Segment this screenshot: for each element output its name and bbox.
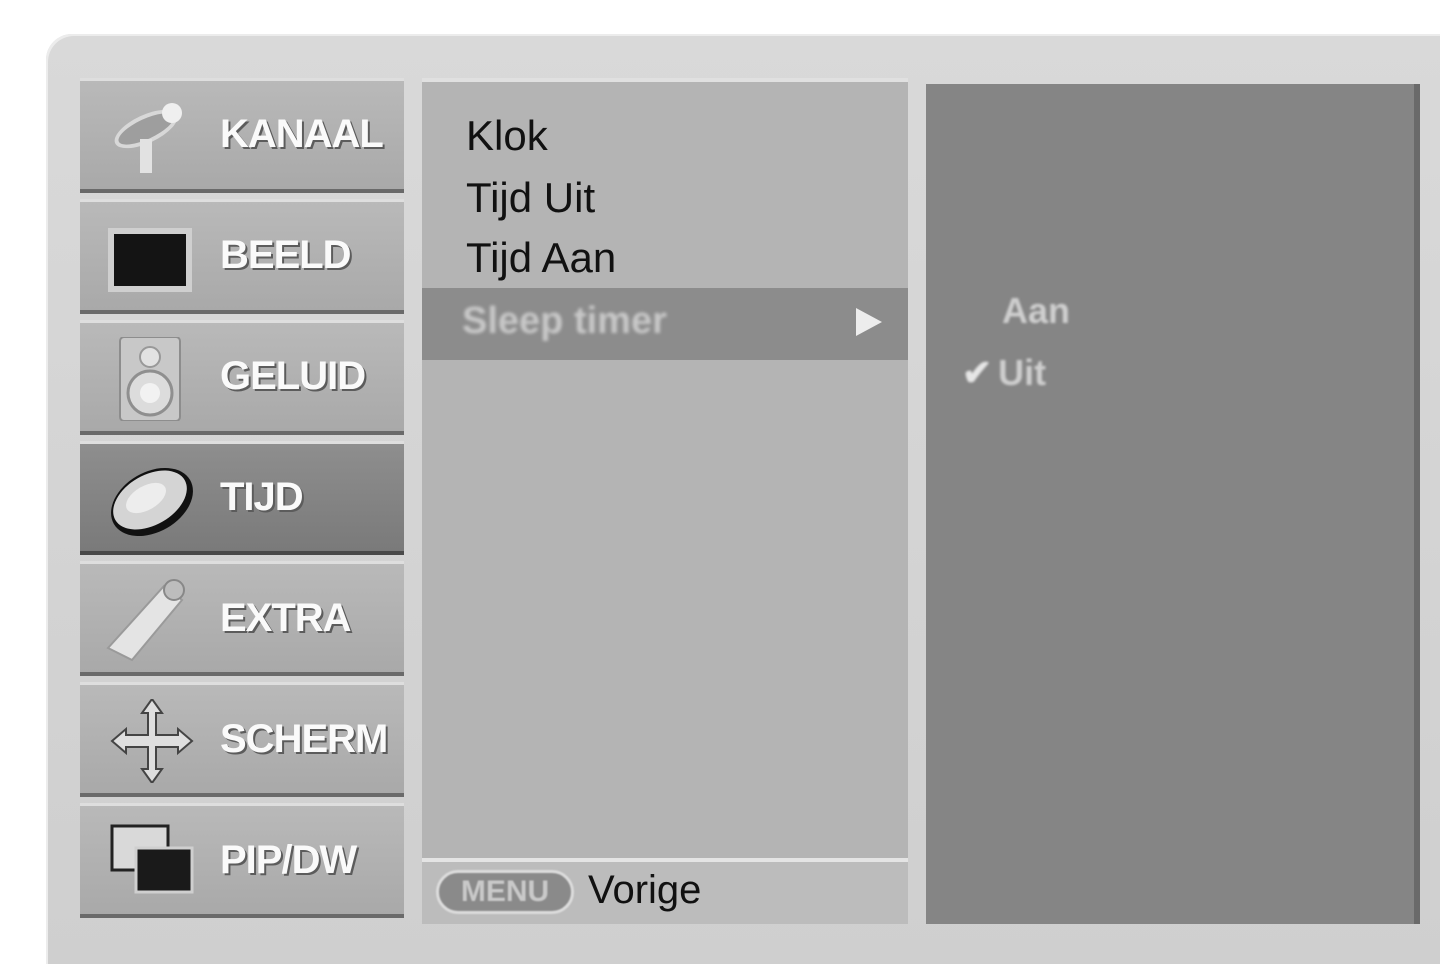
sidebar-item-label: EXTRA xyxy=(220,595,352,640)
menu-item-sleep-timer[interactable]: Sleep timer xyxy=(422,288,908,360)
menu-item-tijd-aan[interactable]: Tijd Aan xyxy=(466,234,616,282)
menu-item-tijd-uit[interactable]: Tijd Uit xyxy=(466,174,595,222)
menu-button[interactable]: MENU xyxy=(436,870,574,914)
main-menu-sidebar: KANAAL BEELD GELUID TIJD EXTRA SCHERM PI… xyxy=(80,78,404,924)
sidebar-item-label: GELUID xyxy=(220,354,366,399)
option-uit[interactable]: ✔ Uit xyxy=(962,352,1046,394)
menu-item-label: Sleep timer xyxy=(462,300,667,342)
sidebar-item-extra[interactable]: EXTRA xyxy=(80,561,404,677)
clock-icon xyxy=(111,467,193,536)
tijd-submenu: Klok Tijd Uit Tijd Aan Sleep timer MENU … xyxy=(422,78,908,924)
screen-icon xyxy=(108,227,192,292)
back-label: Vorige xyxy=(588,868,702,912)
sidebar-item-label: PIP/DW xyxy=(220,837,357,882)
satellite-dish-icon xyxy=(114,103,182,173)
options-panel: Aan ✔ Uit xyxy=(926,84,1420,924)
sidebar-item-label: SCHERM xyxy=(220,716,388,761)
sidebar-item-geluid[interactable]: GELUID xyxy=(80,319,404,435)
sidebar-item-tijd[interactable]: TIJD xyxy=(80,440,404,556)
remote-control-icon xyxy=(106,579,185,662)
sidebar-item-pipdw[interactable]: PIP/DW xyxy=(80,803,404,919)
option-aan[interactable]: Aan xyxy=(1002,290,1070,332)
sidebar-item-label: KANAAL xyxy=(220,112,384,157)
speaker-icon xyxy=(119,336,181,421)
arrow-right-icon xyxy=(856,308,882,336)
option-label: Uit xyxy=(998,352,1047,393)
move-arrows-icon xyxy=(110,699,194,784)
pip-icon xyxy=(110,824,194,894)
sidebar-item-scherm[interactable]: SCHERM xyxy=(80,682,404,798)
option-label: Aan xyxy=(1002,290,1071,331)
sidebar-item-label: BEELD xyxy=(220,233,352,278)
checkmark-icon: ✔ xyxy=(962,352,993,393)
sidebar-item-beeld[interactable]: BEELD xyxy=(80,198,404,314)
sidebar-item-kanaal[interactable]: KANAAL xyxy=(80,78,404,193)
menu-item-klok[interactable]: Klok xyxy=(466,112,548,160)
submenu-footer: MENU Vorige xyxy=(422,858,908,924)
sidebar-item-label: TIJD xyxy=(220,475,304,519)
